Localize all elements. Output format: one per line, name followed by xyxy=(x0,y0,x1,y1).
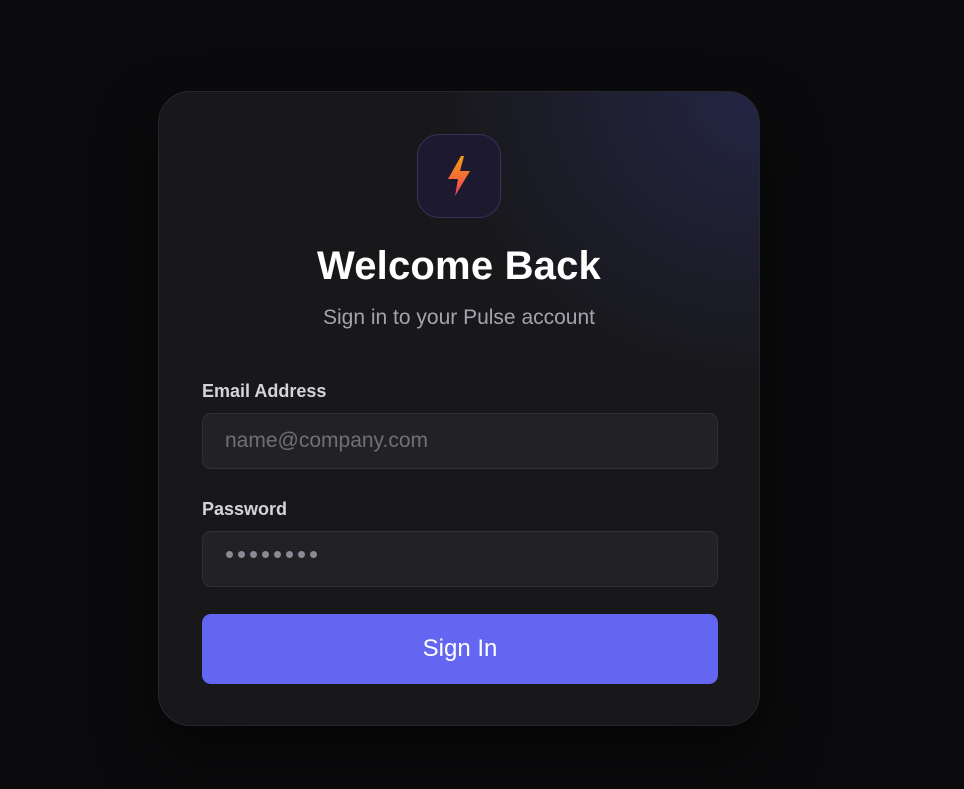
app-logo xyxy=(417,134,501,218)
page-title: Welcome Back xyxy=(316,244,602,288)
login-card: Welcome Back Sign in to your Pulse accou… xyxy=(158,91,760,726)
sign-in-button[interactable]: Sign In xyxy=(202,614,718,684)
email-label: Email Address xyxy=(202,381,327,401)
password-input[interactable] xyxy=(202,531,718,587)
lightning-bolt-icon xyxy=(448,156,470,196)
email-input[interactable] xyxy=(202,413,718,469)
page-subtitle: Sign in to your Pulse account xyxy=(323,306,595,329)
password-label: Password xyxy=(202,499,288,519)
